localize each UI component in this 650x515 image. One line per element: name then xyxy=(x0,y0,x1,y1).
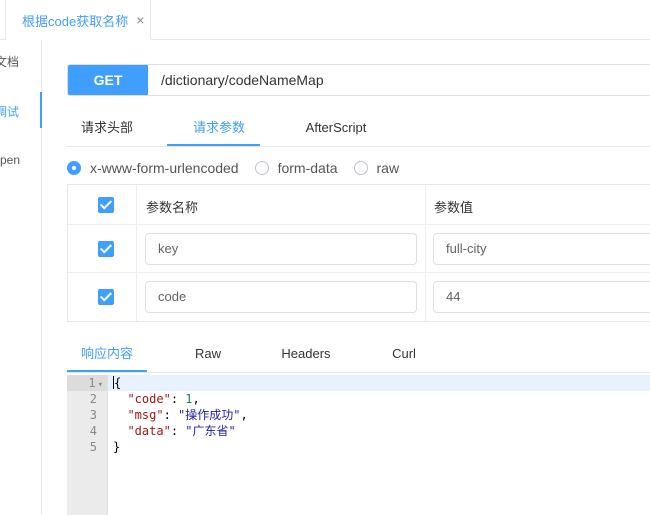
row-checkbox[interactable] xyxy=(98,241,114,257)
code-token: : xyxy=(170,424,186,438)
tab-request-params[interactable]: 请求参数 xyxy=(169,110,269,145)
response-code-editor[interactable]: 1 ▾ 2 3 4 5 { "code": 1, "msg": "操作成功", "… xyxy=(67,375,650,515)
select-all-checkbox[interactable] xyxy=(98,197,114,213)
radio-label: form-data xyxy=(277,160,338,176)
body-type-radio-group: x-www-form-urlencoded form-data raw xyxy=(67,158,415,178)
params-table: 参数名称 参数值 key full-city code 44 xyxy=(67,184,650,322)
line-number: 2 xyxy=(89,392,97,406)
column-header-param-name: 参数名称 xyxy=(146,200,199,215)
close-icon[interactable]: × xyxy=(136,13,144,27)
fold-arrow-icon[interactable]: ▾ xyxy=(98,380,103,390)
param-name-input[interactable]: key xyxy=(145,233,417,265)
radio-x-www-form-urlencoded[interactable]: x-www-form-urlencoded xyxy=(67,160,239,176)
sidenav-item-open[interactable]: pen xyxy=(0,142,42,178)
active-tab-indicator xyxy=(67,370,147,372)
line-number: 5 xyxy=(89,440,97,454)
radio-label: x-www-form-urlencoded xyxy=(90,160,239,176)
param-name-input[interactable]: code xyxy=(145,281,417,313)
line-number-text: 1 xyxy=(88,376,96,390)
json-key: "code" xyxy=(127,392,171,406)
sidenav-item-debug[interactable]: 调试 xyxy=(0,92,42,128)
line-number: 3 xyxy=(89,408,97,422)
radio-raw[interactable]: raw xyxy=(353,160,400,176)
sidenav-item-label: pen xyxy=(0,153,20,167)
json-number: 1 xyxy=(185,392,193,406)
code-content: { "code": 1, "msg": "操作成功", "data": "广东省… xyxy=(113,375,248,455)
tab-request-headers[interactable]: 请求头部 xyxy=(67,110,147,145)
code-line: "data": "广东省" xyxy=(113,423,248,439)
radio-dot-icon xyxy=(254,161,269,175)
tab-response-raw[interactable]: Raw xyxy=(167,336,249,371)
http-method-button[interactable]: GET xyxy=(68,65,148,95)
radio-dot-icon xyxy=(353,161,368,175)
json-key: "msg" xyxy=(127,408,164,422)
table-row: key full-city xyxy=(68,225,650,273)
json-key: "data" xyxy=(127,424,171,438)
line-number-gutter: 1 ▾ 2 3 4 5 xyxy=(67,375,108,515)
json-string: "操作成功" xyxy=(178,408,241,422)
row-checkbox[interactable] xyxy=(98,289,114,305)
side-nav: 文档 调试 pen xyxy=(0,40,42,515)
tab-response-curl[interactable]: Curl xyxy=(367,336,441,371)
table-row: code 44 xyxy=(68,273,650,321)
tab-response-content[interactable]: 响应内容 xyxy=(67,336,147,371)
param-value-input[interactable]: 44 xyxy=(433,281,650,313)
line-number: 1 ▾ xyxy=(88,375,103,391)
radio-label: raw xyxy=(376,160,400,176)
line-number: 4 xyxy=(89,424,97,438)
tab-bar: 根据code获取名称 × xyxy=(0,0,650,40)
tab-code-name[interactable]: 根据code获取名称 × xyxy=(6,0,151,40)
response-tabs: 响应内容 Raw Headers Curl xyxy=(67,336,650,373)
code-token: { xyxy=(114,376,122,390)
param-value-input[interactable]: full-city xyxy=(433,233,650,265)
code-line: "msg": "操作成功", xyxy=(113,407,248,423)
code-line: { xyxy=(113,375,248,391)
code-token: : xyxy=(170,392,186,406)
request-url-bar: GET /dictionary/codeNameMap xyxy=(67,64,650,96)
tab-label: 根据code获取名称 xyxy=(22,13,129,29)
code-token: , xyxy=(240,408,248,422)
code-line: "code": 1, xyxy=(113,391,248,407)
code-token: : xyxy=(163,408,179,422)
request-tabs: 请求头部 请求参数 AfterScript xyxy=(67,110,650,147)
request-url-field[interactable]: /dictionary/codeNameMap xyxy=(161,65,324,95)
radio-dot-icon xyxy=(67,161,81,175)
tab-response-headers[interactable]: Headers xyxy=(263,336,349,371)
sidenav-item-label: 文档 xyxy=(0,55,19,69)
radio-form-data[interactable]: form-data xyxy=(254,160,338,176)
json-string: "广东省" xyxy=(185,424,236,438)
column-header-param-value: 参数值 xyxy=(434,200,474,215)
sidenav-item-label: 调试 xyxy=(0,105,19,119)
table-header-row: 参数名称 参数值 xyxy=(68,185,650,225)
code-token: , xyxy=(192,392,200,406)
tab-afterscript[interactable]: AfterScript xyxy=(291,110,381,145)
active-tab-indicator xyxy=(167,144,260,146)
sidenav-item-docs[interactable]: 文档 xyxy=(0,42,42,78)
code-line: } xyxy=(113,440,121,454)
